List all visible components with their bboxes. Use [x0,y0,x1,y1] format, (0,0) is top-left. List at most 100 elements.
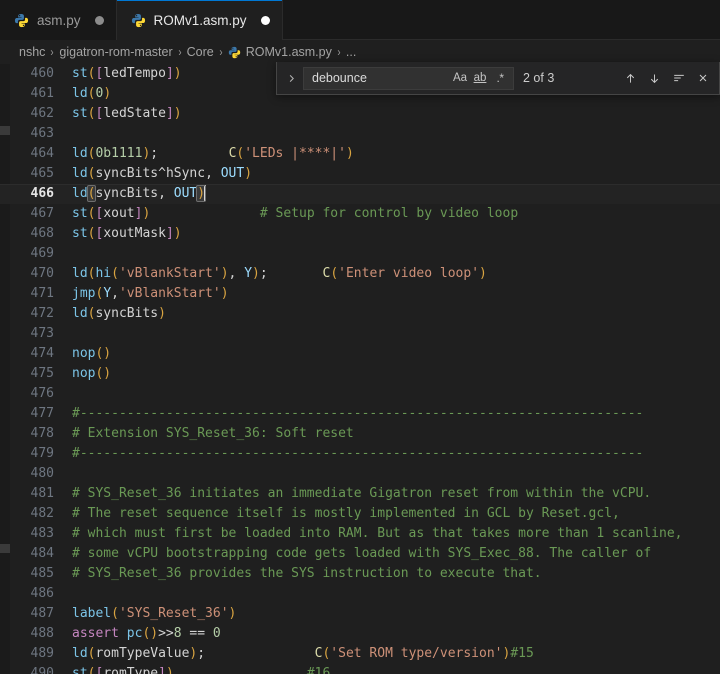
code-line[interactable]: 467 st([xout]) # Setup for control by vid… [0,204,720,224]
code-text[interactable]: # SYS_Reset_36 provides the SYS instruct… [72,564,720,584]
code-token: pc [126,626,143,641]
tab-label: asm.py [37,12,81,28]
code-token: ; [197,646,206,661]
code-token: ( [111,606,119,621]
chevron-right-icon[interactable] [281,67,301,89]
tab-asm-py[interactable]: asm.py [0,0,117,40]
breadcrumb-item-overflow[interactable]: ... [346,45,356,59]
code-line[interactable]: 473 [0,324,720,344]
use-regex-toggle[interactable]: .* [490,69,510,88]
code-token: #16 [306,666,331,674]
text-cursor [204,184,207,201]
code-token: ( [330,266,339,281]
line-number: 475 [30,366,54,381]
code-line[interactable]: 462 st([ledState]) [0,104,720,124]
code-text[interactable]: ld(syncBits, OUT) [72,184,720,204]
code-line[interactable]: 472 ld(syncBits) [0,304,720,324]
code-editor[interactable]: 460 st([ledTempo]) 461 ld(0) 462 st([ledState… [0,64,720,674]
code-token: label [72,606,112,621]
code-line[interactable]: 477 #------------------------------------… [0,404,720,424]
code-line[interactable]: 466 ld(syncBits, OUT) [0,184,720,204]
code-text[interactable]: ld(romTypeValue); C('Set ROM type/versio… [72,644,720,664]
code-token: ] [165,226,174,241]
line-number: 462 [30,106,54,121]
code-token: 0b1111 [95,146,143,161]
code-line[interactable]: 475 nop() [0,364,720,384]
breadcrumb-item-nshc[interactable]: nshc [19,45,45,59]
code-line[interactable]: 481 # SYS_Reset_36 initiates an immediate… [0,484,720,504]
code-token: 'LEDs |****|' [244,146,346,161]
code-text[interactable]: nop() [72,364,720,384]
code-line[interactable]: 464 ld(0b1111); C('LEDs |****|') [0,144,720,164]
code-text[interactable]: # SYS_Reset_36 initiates an immediate Gi… [72,484,720,504]
breadcrumb-item-gigatron-rom-master[interactable]: gigatron-rom-master [59,45,172,59]
code-text[interactable]: assert pc()>>8 == 0 [72,624,720,644]
code-text[interactable]: ld(0b1111); C('LEDs |****|') [72,144,720,164]
code-token: nop [72,346,96,361]
code-line[interactable]: 469 [0,244,720,264]
code-token: # SYS_Reset_36 provides the SYS instruct… [72,566,542,581]
code-text[interactable]: #---------------------------------------… [72,404,720,424]
code-line[interactable]: 468 st([xoutMask]) [0,224,720,244]
find-widget[interactable]: debounce Aa ab .* 2 of 3 [276,62,720,95]
code-line[interactable]: 486 [0,584,720,604]
breadcrumb-item-core[interactable]: Core [187,45,214,59]
code-text[interactable]: st([ledState]) [72,104,720,124]
code-line[interactable]: 479 #------------------------------------… [0,444,720,464]
code-text[interactable]: #---------------------------------------… [72,444,720,464]
code-text[interactable]: nop() [72,344,720,364]
breadcrumb-separator: › [178,45,182,59]
code-text[interactable]: # which must first be loaded into RAM. B… [72,524,720,544]
previous-match-button[interactable] [620,68,641,89]
code-text[interactable]: ld(syncBits^hSync, OUT) [72,164,720,184]
code-text[interactable]: st([romType]) #16 [72,664,720,674]
match-case-toggle[interactable]: Aa [450,69,470,88]
code-line[interactable]: 474 nop() [0,344,720,364]
code-line[interactable]: 487 label('SYS_Reset_36') [0,604,720,624]
code-lines-container[interactable]: 460 st([ledTempo]) 461 ld(0) 462 st([ledState… [0,64,720,674]
find-in-selection-button[interactable] [668,68,689,89]
code-line[interactable]: 489 ld(romTypeValue); C('Set ROM type/ver… [0,644,720,664]
code-text[interactable]: st([xout]) # Setup for control by video … [72,204,720,224]
code-token: >> [158,626,174,641]
match-whole-word-toggle[interactable]: ab [470,69,490,88]
code-text[interactable]: ld(syncBits) [72,304,720,324]
code-token: ledState [103,106,166,121]
unsaved-indicator-dot[interactable] [260,15,270,25]
code-token: ; [150,146,159,161]
code-line[interactable]: 471 jmp(Y,'vBlankStart') [0,284,720,304]
code-text[interactable]: ld(hi('vBlankStart'), Y); C('Enter video… [72,264,720,284]
code-line[interactable]: 485 # SYS_Reset_36 provides the SYS instr… [0,564,720,584]
code-line[interactable]: 476 [0,384,720,404]
line-number: 470 [30,266,54,281]
code-line[interactable]: 490 st([romType]) #16 [0,664,720,674]
code-line[interactable]: 483 # which must first be loaded into RAM… [0,524,720,544]
code-text[interactable]: jmp(Y,'vBlankStart') [72,284,720,304]
unsaved-indicator-dot[interactable] [94,15,104,25]
code-line[interactable]: 470 ld(hi('vBlankStart'), Y); C('Enter vi… [0,264,720,284]
code-text[interactable]: # some vCPU bootstrapping code gets load… [72,544,720,564]
code-token: , [111,286,119,301]
next-match-button[interactable] [644,68,665,89]
code-token: 'vBlankStart' [118,286,221,301]
code-line[interactable]: 480 [0,464,720,484]
python-icon [14,13,29,27]
code-line[interactable]: 465 ld(syncBits^hSync, OUT) [0,164,720,184]
code-token: st [72,666,88,674]
breadcrumb-item-romv1-asm-py[interactable]: ROMv1.asm.py [246,45,332,59]
code-text[interactable]: # Extension SYS_Reset_36: Soft reset [72,424,720,444]
code-line[interactable]: 478 # Extension SYS_Reset_36: Soft reset [0,424,720,444]
code-line[interactable]: 488 assert pc()>>8 == 0 [0,624,720,644]
code-line[interactable]: 482 # The reset sequence itself is mostly… [0,504,720,524]
close-find-button[interactable] [692,68,713,89]
code-text[interactable]: label('SYS_Reset_36') [72,604,720,624]
tab-romv1-asm-py[interactable]: ROMv1.asm.py [116,0,283,41]
code-text[interactable]: # The reset sequence itself is mostly im… [72,504,720,524]
find-input-value: debounce [312,71,367,85]
find-input[interactable]: debounce Aa ab .* [303,66,514,90]
code-token: ) [165,666,174,674]
code-line[interactable]: 463 [0,124,720,144]
code-text[interactable]: st([xoutMask]) [72,224,720,244]
code-line[interactable]: 484 # some vCPU bootstrapping code gets l… [0,544,720,564]
